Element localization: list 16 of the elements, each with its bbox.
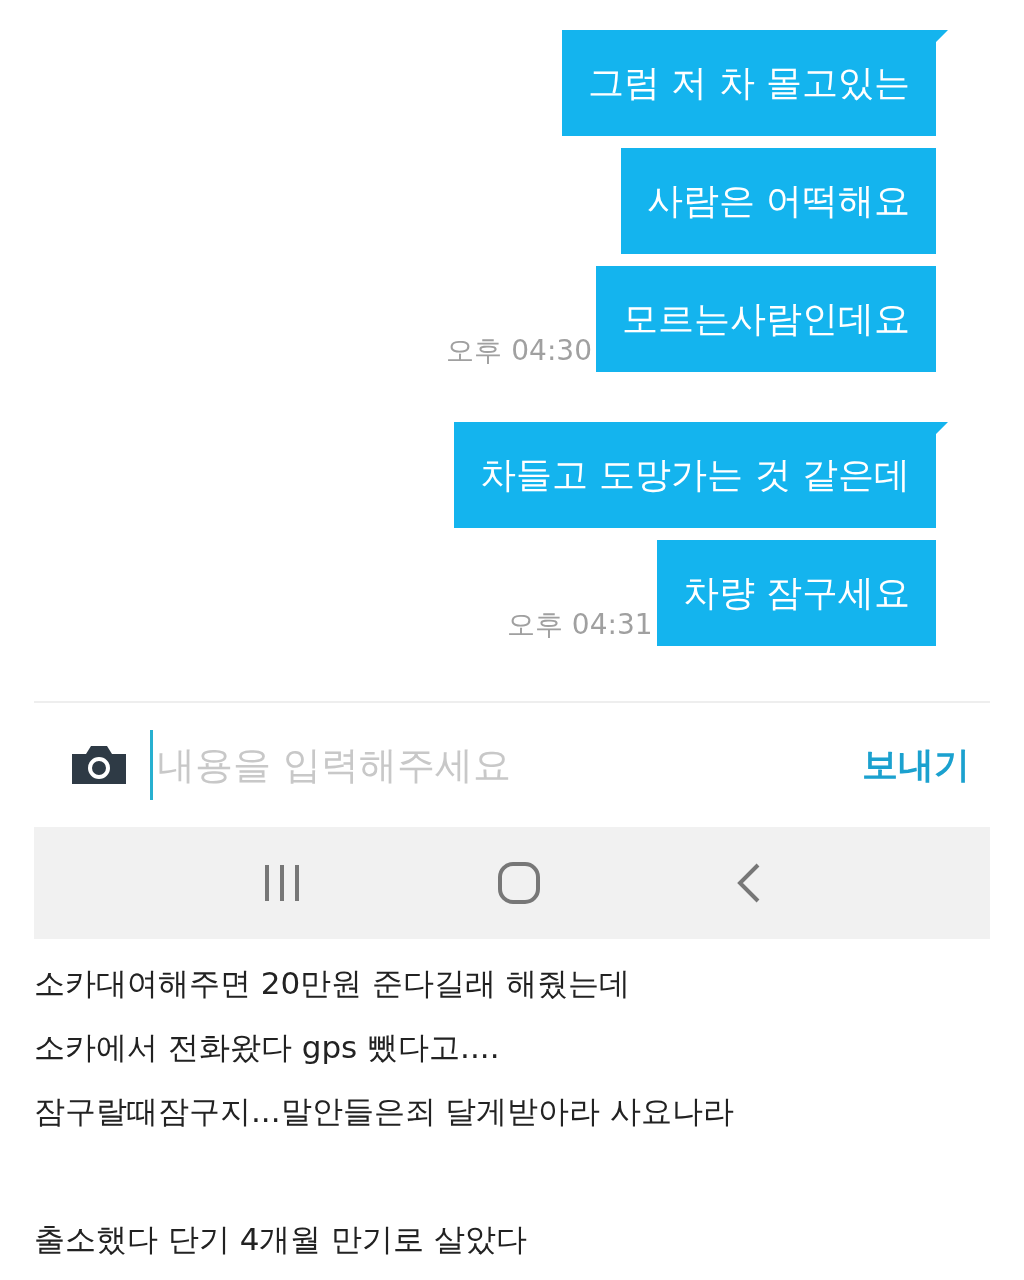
send-button[interactable]: 보내기	[862, 740, 970, 790]
back-icon[interactable]	[737, 863, 762, 903]
recent-apps-icon[interactable]	[262, 865, 301, 901]
caption-line: 출소했다 단기 4개월 만기로 살았다	[34, 1220, 529, 1259]
caption-line: 소카대여해주면 20만원 준다길래 해줬는데	[34, 964, 631, 1003]
caption-line: 소카에서 전화왔다 gps 뺐다고....	[34, 1028, 501, 1067]
message-bubble: 사람은 어떡해요	[620, 148, 936, 254]
message-time: 오후 04:30	[446, 333, 592, 369]
home-icon[interactable]	[498, 862, 540, 904]
message-bubble: 그럼 저 차 몰고있는	[561, 30, 948, 136]
message-bubble: 모르는사람인데요	[596, 266, 936, 372]
message-bubble: 차들고 도망가는 것 같은데	[453, 422, 948, 528]
message-bubble: 차량 잠구세요	[656, 540, 936, 646]
message-time: 오후 04:31	[506, 607, 653, 643]
caption-line: 잠구랄때잠구지...말안들은죄 달게받아라 사요나라	[34, 1092, 736, 1131]
camera-icon[interactable]	[72, 746, 126, 784]
